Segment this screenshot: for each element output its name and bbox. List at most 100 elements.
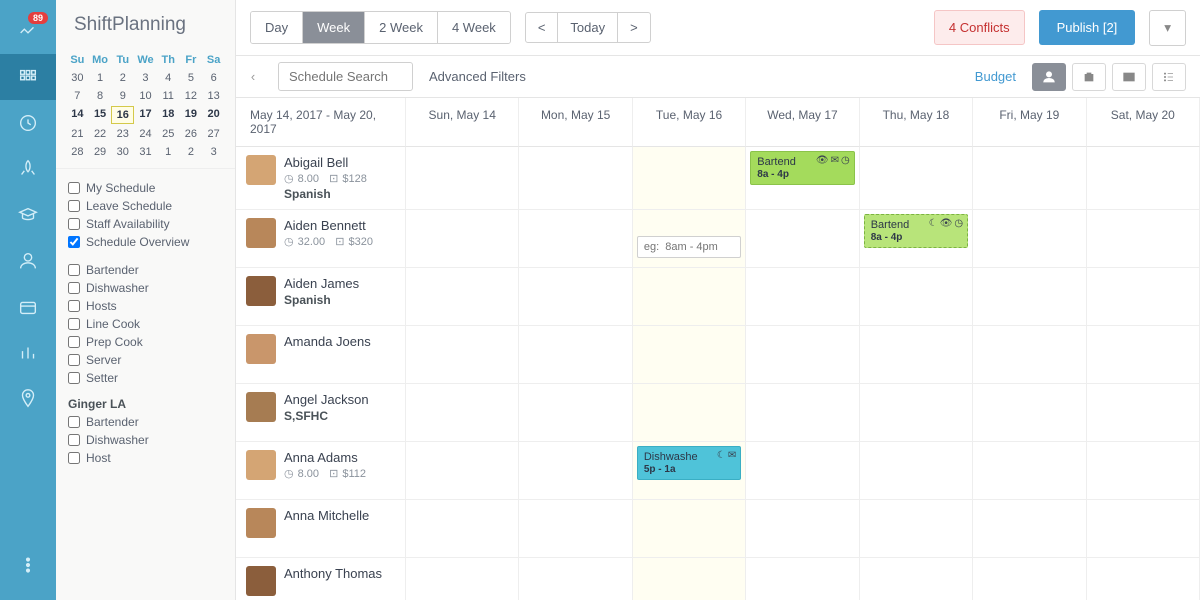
rail-dashboard[interactable]: 89	[0, 8, 56, 54]
filter-checkbox[interactable]	[68, 452, 80, 464]
collapse-sidebar-icon[interactable]: ‹	[244, 68, 262, 86]
shift-time-input[interactable]	[637, 236, 741, 258]
shift-block[interactable]: Bartend8a - 4p👁✉◷	[750, 151, 854, 185]
filter-view[interactable]: Schedule Overview	[68, 233, 223, 251]
filter-loc-position[interactable]: Host	[68, 449, 223, 467]
schedule-cell[interactable]	[633, 210, 746, 268]
filter-position[interactable]: Prep Cook	[68, 333, 223, 351]
schedule-cell[interactable]	[633, 558, 746, 600]
rail-more[interactable]	[0, 542, 56, 588]
filter-position[interactable]: Bartender	[68, 261, 223, 279]
filter-checkbox[interactable]	[68, 354, 80, 366]
schedule-cell[interactable]: Bartend8a - 4p☾👁◷	[860, 210, 973, 268]
cal-day[interactable]: 2	[180, 144, 203, 160]
cal-day[interactable]: 27	[202, 126, 225, 142]
schedule-cell[interactable]	[406, 558, 519, 600]
cal-day[interactable]: 28	[66, 144, 89, 160]
schedule-cell[interactable]	[860, 268, 973, 326]
cal-day[interactable]: 16	[111, 106, 134, 124]
cal-day[interactable]: 29	[89, 144, 112, 160]
employee-row-header[interactable]: Amanda Joens	[236, 326, 406, 384]
cal-day[interactable]: 1	[89, 70, 112, 86]
schedule-cell[interactable]	[746, 326, 859, 384]
schedule-cell[interactable]	[519, 210, 632, 268]
today-button[interactable]: Today	[557, 12, 618, 43]
schedule-cell[interactable]	[860, 442, 973, 500]
cal-day[interactable]: 6	[202, 70, 225, 86]
filter-position[interactable]: Dishwasher	[68, 279, 223, 297]
filter-view[interactable]: Staff Availability	[68, 215, 223, 233]
filter-position[interactable]: Setter	[68, 369, 223, 387]
schedule-cell[interactable]	[746, 442, 859, 500]
cal-day[interactable]: 13	[202, 88, 225, 104]
schedule-cell[interactable]	[1087, 384, 1200, 442]
schedule-cell[interactable]	[1087, 558, 1200, 600]
filter-position[interactable]: Server	[68, 351, 223, 369]
schedule-cell[interactable]	[633, 268, 746, 326]
schedule-cell[interactable]	[633, 147, 746, 210]
shift-block[interactable]: Dishwashe5p - 1a☾✉	[637, 446, 741, 480]
schedule-cell[interactable]	[519, 268, 632, 326]
schedule-cell[interactable]	[746, 210, 859, 268]
schedule-cell[interactable]	[746, 384, 859, 442]
schedule-cell[interactable]	[1087, 147, 1200, 210]
schedule-cell[interactable]	[519, 558, 632, 600]
schedule-cell[interactable]	[519, 442, 632, 500]
employee-row-header[interactable]: Aiden JamesSpanish	[236, 268, 406, 326]
cal-day[interactable]: 18	[157, 106, 180, 124]
shift-block[interactable]: Bartend8a - 4p☾👁◷	[864, 214, 968, 248]
rail-reports[interactable]	[0, 330, 56, 376]
schedule-cell[interactable]	[973, 384, 1086, 442]
view-list-icon[interactable]	[1152, 63, 1186, 91]
schedule-cell[interactable]	[1087, 210, 1200, 268]
schedule-cell[interactable]	[746, 558, 859, 600]
cal-day[interactable]: 5	[180, 70, 203, 86]
cal-day[interactable]: 24	[134, 126, 157, 142]
schedule-cell[interactable]	[519, 384, 632, 442]
cal-day[interactable]: 15	[89, 106, 112, 124]
cal-day[interactable]: 10	[134, 88, 157, 104]
cal-day[interactable]: 7	[66, 88, 89, 104]
cal-day[interactable]: 31	[134, 144, 157, 160]
schedule-cell[interactable]	[633, 326, 746, 384]
employee-row-header[interactable]: Angel JacksonS,SFHC	[236, 384, 406, 442]
schedule-cell[interactable]	[406, 384, 519, 442]
employee-row-header[interactable]: Anna Mitchelle	[236, 500, 406, 558]
view-4week[interactable]: 4 Week	[438, 12, 510, 43]
budget-link[interactable]: Budget	[975, 69, 1016, 84]
schedule-cell[interactable]	[519, 326, 632, 384]
schedule-cell[interactable]	[1087, 268, 1200, 326]
next-button[interactable]: >	[617, 12, 651, 43]
schedule-cell[interactable]	[406, 442, 519, 500]
cal-day[interactable]: 3	[202, 144, 225, 160]
schedule-cell[interactable]	[406, 268, 519, 326]
filter-checkbox[interactable]	[68, 318, 80, 330]
schedule-cell[interactable]	[973, 500, 1086, 558]
cal-day[interactable]: 26	[180, 126, 203, 142]
schedule-cell[interactable]	[519, 147, 632, 210]
schedule-cell[interactable]	[860, 500, 973, 558]
rail-payroll[interactable]	[0, 284, 56, 330]
schedule-cell[interactable]	[406, 210, 519, 268]
filter-view[interactable]: Leave Schedule	[68, 197, 223, 215]
schedule-cell[interactable]	[973, 268, 1086, 326]
schedule-cell[interactable]	[519, 500, 632, 558]
filter-checkbox[interactable]	[68, 236, 80, 248]
cal-day[interactable]: 20	[202, 106, 225, 124]
rail-staff[interactable]	[0, 238, 56, 284]
employee-row-header[interactable]: Abigail Bell◷ 8.00 ⊡ $128Spanish	[236, 147, 406, 210]
schedule-cell[interactable]	[406, 147, 519, 210]
rail-schedule[interactable]	[0, 54, 56, 100]
view-position-icon[interactable]	[1072, 63, 1106, 91]
schedule-grid-wrap[interactable]: May 14, 2017 - May 20, 2017Sun, May 14Mo…	[236, 98, 1200, 600]
employee-row-header[interactable]: Anna Adams◷ 8.00 ⊡ $112	[236, 442, 406, 500]
publish-button[interactable]: Publish [2]	[1039, 10, 1136, 45]
schedule-cell[interactable]	[860, 558, 973, 600]
cal-day[interactable]: 8	[89, 88, 112, 104]
schedule-cell[interactable]	[973, 210, 1086, 268]
schedule-cell[interactable]	[746, 268, 859, 326]
filter-checkbox[interactable]	[68, 372, 80, 384]
schedule-cell[interactable]	[860, 326, 973, 384]
cal-day[interactable]: 3	[134, 70, 157, 86]
filter-checkbox[interactable]	[68, 416, 80, 428]
